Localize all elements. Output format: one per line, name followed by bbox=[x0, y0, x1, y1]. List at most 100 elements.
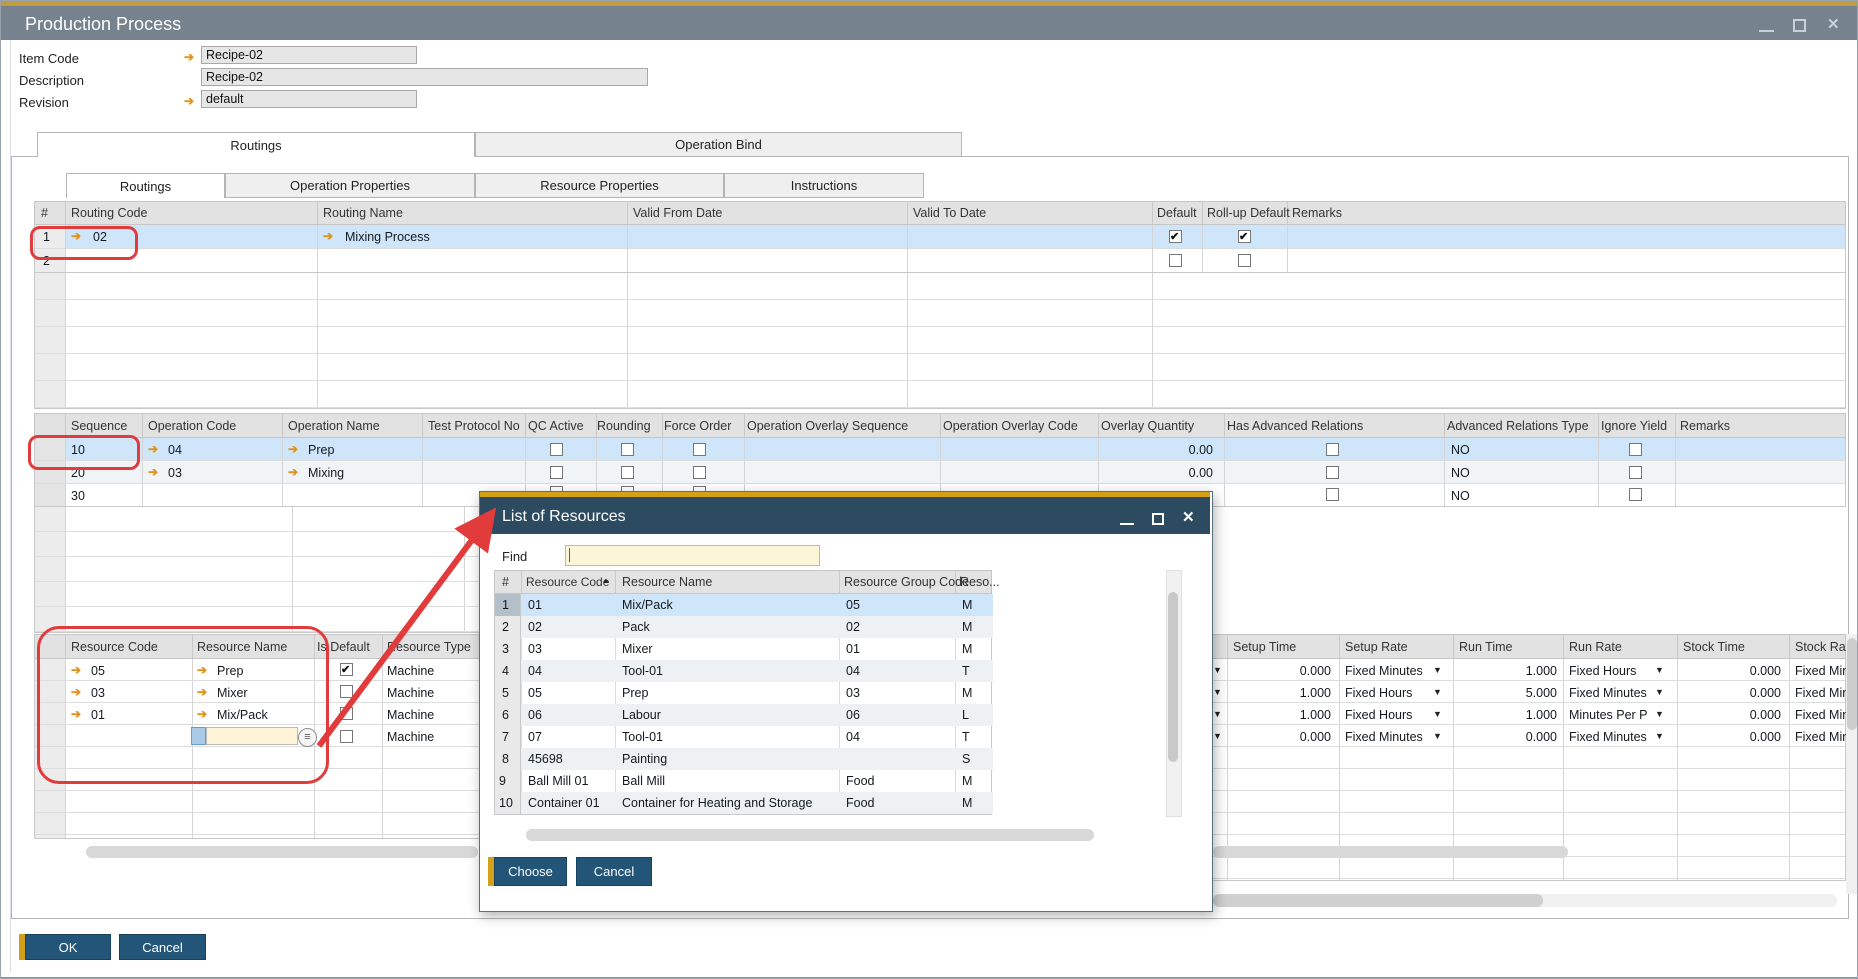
list-item[interactable]: 7 07 Tool-01 04 T bbox=[495, 726, 993, 748]
dialog-titlebar[interactable]: List of Resources ✕ bbox=[480, 497, 1210, 534]
op-row2-advanced-checkbox[interactable] bbox=[1326, 466, 1339, 479]
res-row4-setup-rate[interactable]: Fixed Minutes bbox=[1345, 731, 1423, 745]
res-row1-setup-rate[interactable]: Fixed Minutes bbox=[1345, 665, 1423, 679]
maximize-icon[interactable] bbox=[1793, 19, 1806, 32]
hidden-rate-dropdown-icon[interactable]: ▼ bbox=[1213, 732, 1222, 741]
subtab-resource-properties[interactable]: Resource Properties bbox=[475, 173, 724, 198]
op-name-link-arrow-icon[interactable]: ➔ bbox=[288, 466, 298, 478]
list-item[interactable]: 6 06 Labour 06 L bbox=[495, 704, 993, 726]
op-row1-overlay-qty[interactable]: 0.00 bbox=[1151, 444, 1213, 458]
res-row1-stock-time[interactable]: 0.000 bbox=[1681, 665, 1781, 679]
dlg-col-type[interactable]: Reso... bbox=[960, 576, 1000, 590]
dlg-col-code[interactable]: Resource Code bbox=[526, 576, 609, 589]
tab-routings[interactable]: Routings bbox=[37, 132, 475, 157]
op-row3-advanced-type[interactable]: NO bbox=[1451, 490, 1470, 504]
res-row1-run-time[interactable]: 1.000 bbox=[1457, 665, 1557, 679]
cancel-button[interactable]: Cancel bbox=[119, 934, 206, 960]
tab-operation-bind[interactable]: Operation Bind bbox=[475, 132, 962, 157]
op-row2-code[interactable]: 03 bbox=[168, 467, 182, 481]
res-row1-run-rate[interactable]: Fixed Hours bbox=[1569, 665, 1636, 679]
res-row2-setup-rate[interactable]: Fixed Hours bbox=[1345, 687, 1412, 701]
list-item[interactable]: 9 Ball Mill 01 Ball Mill Food M bbox=[495, 770, 993, 792]
op-row2-name[interactable]: Mixing bbox=[308, 467, 344, 481]
list-item[interactable]: 1 01 Mix/Pack 05 M bbox=[495, 594, 993, 616]
op-row1-advanced-type[interactable]: NO bbox=[1451, 444, 1470, 458]
run-rate-dropdown-icon[interactable]: ▼ bbox=[1655, 688, 1664, 697]
run-rate-dropdown-icon[interactable]: ▼ bbox=[1655, 710, 1664, 719]
res-row4-run-rate[interactable]: Fixed Minutes bbox=[1569, 731, 1647, 745]
revision-field[interactable] bbox=[201, 90, 417, 108]
op-row3-ignore-yield-checkbox[interactable] bbox=[1629, 488, 1642, 501]
op-row2-qc-checkbox[interactable] bbox=[550, 466, 563, 479]
routings-row1-default-checkbox[interactable] bbox=[1169, 230, 1182, 243]
op-row2-ignore-yield-checkbox[interactable] bbox=[1629, 466, 1642, 479]
res-row4-setup-time[interactable]: 0.000 bbox=[1231, 731, 1331, 745]
res-row2-setup-time[interactable]: 1.000 bbox=[1231, 687, 1331, 701]
op-row1-advanced-checkbox[interactable] bbox=[1326, 443, 1339, 456]
setup-rate-dropdown-icon[interactable]: ▼ bbox=[1433, 732, 1442, 741]
window-titlebar[interactable]: Production Process ✕ bbox=[1, 6, 1858, 40]
op-row2-advanced-type[interactable]: NO bbox=[1451, 467, 1470, 481]
dialog-horizontal-scrollbar[interactable] bbox=[526, 829, 1094, 841]
op-row2-rounding-checkbox[interactable] bbox=[621, 466, 634, 479]
op-row1-ignore-yield-checkbox[interactable] bbox=[1629, 443, 1642, 456]
op-row2-overlay-qty[interactable]: 0.00 bbox=[1151, 467, 1213, 481]
setup-rate-dropdown-icon[interactable]: ▼ bbox=[1433, 666, 1442, 675]
dialog-minimize-icon[interactable] bbox=[1120, 523, 1134, 525]
res-row4-stock-time[interactable]: 0.000 bbox=[1681, 731, 1781, 745]
item-code-link-arrow-icon[interactable]: ➔ bbox=[184, 51, 194, 63]
list-item[interactable]: 10 Container 01 Container for Heating an… bbox=[495, 792, 993, 814]
res-row4-run-time[interactable]: 0.000 bbox=[1457, 731, 1557, 745]
routings-row2-rollup-checkbox[interactable] bbox=[1238, 254, 1251, 267]
dialog-cancel-button[interactable]: Cancel bbox=[576, 857, 652, 886]
op-row1-qc-checkbox[interactable] bbox=[550, 443, 563, 456]
res-row2-run-time[interactable]: 5.000 bbox=[1457, 687, 1557, 701]
routings-row2-default-checkbox[interactable] bbox=[1169, 254, 1182, 267]
horizontal-scrollbar-thumb[interactable] bbox=[1213, 894, 1543, 907]
op-row1-code[interactable]: 04 bbox=[168, 444, 182, 458]
routings-row1-name[interactable]: Mixing Process bbox=[345, 231, 430, 245]
subtab-operation-properties[interactable]: Operation Properties bbox=[225, 173, 475, 198]
list-item[interactable]: 4 04 Tool-01 04 T bbox=[495, 660, 993, 682]
run-rate-dropdown-icon[interactable]: ▼ bbox=[1655, 666, 1664, 675]
res-row3-setup-rate[interactable]: Fixed Hours bbox=[1345, 709, 1412, 723]
choose-button[interactable]: Choose bbox=[494, 857, 567, 886]
horizontal-scrollbar[interactable] bbox=[1213, 846, 1568, 858]
routing-name-link-arrow-icon[interactable]: ➔ bbox=[323, 230, 333, 242]
list-item[interactable]: 8 45698 Painting S bbox=[495, 748, 993, 770]
vertical-sc rollbar-thumb[interactable] bbox=[1847, 638, 1857, 730]
setup-rate-dropdown-icon[interactable]: ▼ bbox=[1433, 710, 1442, 719]
res-row2-stock-time[interactable]: 0.000 bbox=[1681, 687, 1781, 701]
close-icon[interactable]: ✕ bbox=[1827, 17, 1840, 32]
res-row3-stock-time[interactable]: 0.000 bbox=[1681, 709, 1781, 723]
horizontal-scrollbar[interactable] bbox=[86, 846, 478, 858]
res-row3-setup-time[interactable]: 1.000 bbox=[1231, 709, 1331, 723]
op-row3-advanced-checkbox[interactable] bbox=[1326, 488, 1339, 501]
dialog-vertical-scrollbar-thumb[interactable] bbox=[1168, 592, 1178, 762]
hidden-rate-dropdown-icon[interactable]: ▼ bbox=[1213, 666, 1222, 675]
dlg-col-name[interactable]: Resource Name bbox=[622, 576, 712, 590]
op-row1-rounding-checkbox[interactable] bbox=[621, 443, 634, 456]
find-input[interactable] bbox=[565, 545, 820, 566]
minimize-icon[interactable] bbox=[1759, 30, 1774, 32]
dialog-maximize-icon[interactable] bbox=[1152, 513, 1164, 525]
list-item[interactable]: 3 03 Mixer 01 M bbox=[495, 638, 993, 660]
list-item[interactable]: 5 05 Prep 03 M bbox=[495, 682, 993, 704]
subtab-routings[interactable]: Routings bbox=[66, 173, 225, 198]
routings-row1-rollup-checkbox[interactable] bbox=[1238, 230, 1251, 243]
list-item[interactable]: 2 02 Pack 02 M bbox=[495, 616, 993, 638]
run-rate-dropdown-icon[interactable]: ▼ bbox=[1655, 732, 1664, 741]
item-code-field[interactable] bbox=[201, 46, 417, 64]
res-row3-run-time[interactable]: 1.000 bbox=[1457, 709, 1557, 723]
subtab-instructions[interactable]: Instructions bbox=[724, 173, 924, 198]
op-code-link-arrow-icon[interactable]: ➔ bbox=[148, 443, 158, 455]
revision-link-arrow-icon[interactable]: ➔ bbox=[184, 95, 194, 107]
dialog-close-icon[interactable]: ✕ bbox=[1182, 510, 1195, 527]
sort-ascending-icon[interactable]: ▲ bbox=[602, 576, 610, 585]
op-row2-force-checkbox[interactable] bbox=[693, 466, 706, 479]
res-row3-run-rate[interactable]: Minutes Per P bbox=[1569, 709, 1648, 723]
setup-rate-dropdown-icon[interactable]: ▼ bbox=[1433, 688, 1442, 697]
op-row1-name[interactable]: Prep bbox=[308, 444, 334, 458]
dlg-col-group[interactable]: Resource Group Code bbox=[844, 576, 969, 590]
op-row3-sequence[interactable]: 30 bbox=[71, 490, 85, 504]
